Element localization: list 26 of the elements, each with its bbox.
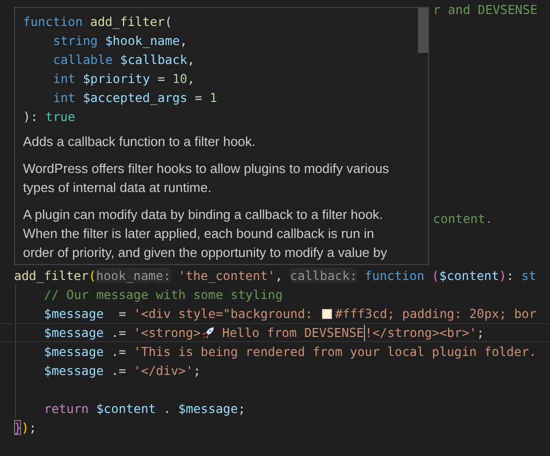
code-text: Hello from DEVSENSE <box>221 324 364 342</box>
code-text: !</strong><br>'; <box>364 324 484 342</box>
text-cursor <box>364 324 365 340</box>
code-text: content. <box>433 210 493 228</box>
code-text: function add_filter( <box>23 13 172 31</box>
hover-description: WordPress offers filter hooks to allow plugins to modify various types of internal data at runtime. <box>23 160 390 197</box>
code-text: $message .= '</div>'; <box>44 362 201 380</box>
code-text: // Our message with some styling <box>44 286 283 304</box>
code-text: return $content . $message; <box>44 400 246 418</box>
code-text: ): true <box>23 108 76 126</box>
code-text: add_filter(hook_name: 'the_content', callback: function ($content): st <box>14 267 536 285</box>
code-text: }); <box>14 419 36 437</box>
code-text: $message .= 'This is being rendered from your local plugin folder. <box>44 343 536 361</box>
code-text: callable $callback, <box>53 51 195 69</box>
hover-description: A plugin can modify data by binding a callback to a filter hook. When the filter is later applied, each bound callback is run in order of priority, and given the opportunity to modify a value by <box>23 206 388 262</box>
code-text: r and DEVSENSE <box>433 1 538 19</box>
code-text: int $priority = 10, <box>53 70 195 88</box>
scrollbar-thumb[interactable] <box>418 8 428 53</box>
rocket-icon <box>200 326 215 340</box>
code-text: $message .= '<strong> <box>44 324 201 342</box>
code-text: $message = '<div style="background: <box>44 305 314 323</box>
hover-description: Adds a callback function to a filter hook. <box>23 133 256 151</box>
code-text: int $accepted_args = 1 <box>53 89 218 107</box>
code-text: string $hook_name, <box>53 32 188 50</box>
code-text: #fff3cd; padding: 20px; bor <box>335 305 536 323</box>
color-swatch[interactable] <box>322 308 332 318</box>
